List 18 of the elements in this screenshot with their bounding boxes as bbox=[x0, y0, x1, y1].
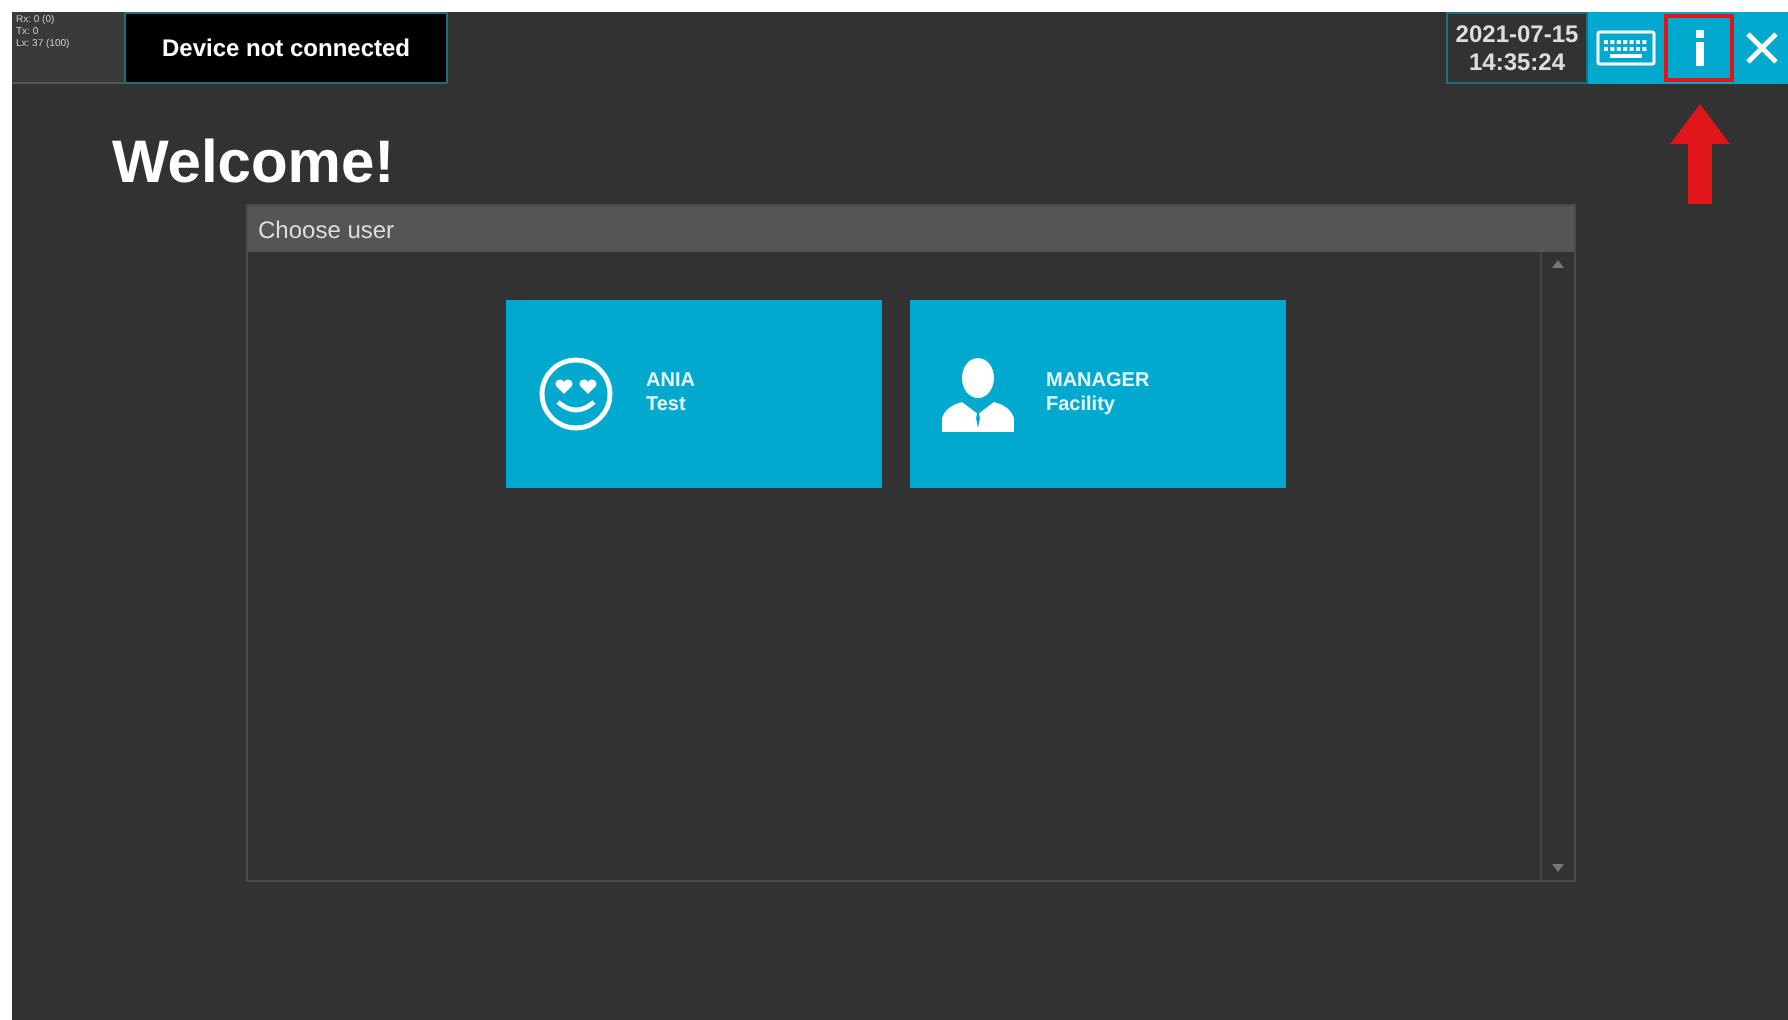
user-tile[interactable]: ANIA Test bbox=[506, 300, 882, 488]
device-status: Device not connected bbox=[161, 34, 411, 62]
user-tile[interactable]: MANAGER Facility bbox=[910, 300, 1286, 488]
scroll-up-icon[interactable] bbox=[1552, 260, 1564, 268]
up-arrow-icon bbox=[1670, 104, 1730, 204]
close-button[interactable] bbox=[1736, 12, 1788, 84]
info-icon bbox=[1693, 30, 1705, 66]
time-text: 14:35:24 bbox=[1468, 48, 1566, 76]
welcome-title: Welcome! bbox=[112, 128, 395, 200]
smiley-icon bbox=[538, 356, 614, 432]
person-icon bbox=[942, 356, 1014, 432]
keyboard-icon bbox=[1595, 30, 1655, 66]
date-text: 2021-07-15 bbox=[1455, 20, 1579, 48]
info-button[interactable] bbox=[1662, 12, 1736, 84]
scroll-down-icon[interactable] bbox=[1552, 864, 1564, 872]
keyboard-button[interactable] bbox=[1588, 12, 1662, 84]
close-icon bbox=[1746, 32, 1778, 64]
panel-title: Choose user bbox=[258, 215, 395, 243]
